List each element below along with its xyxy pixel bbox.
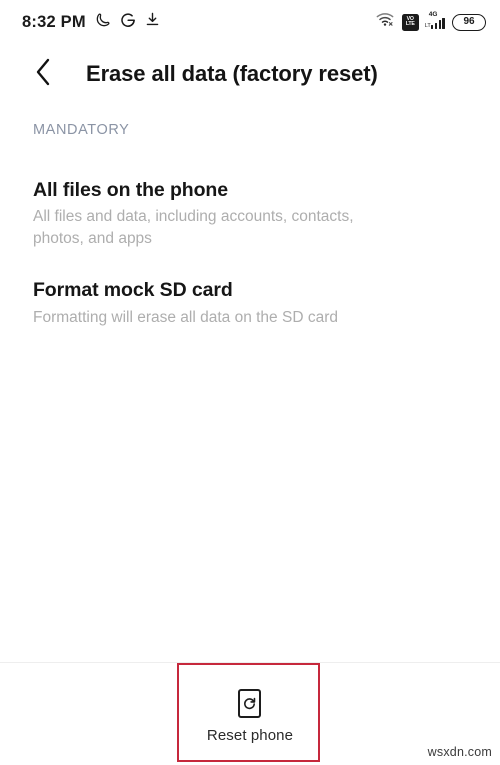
option-description: All files and data, including accounts, … xyxy=(33,208,354,248)
content-area: MANDATORY All files on the phone All fil… xyxy=(0,112,500,357)
signal-bar xyxy=(438,20,442,29)
battery-icon: 96 xyxy=(452,13,486,31)
signal-bar-group xyxy=(430,17,445,32)
option-description: Formatting will erase all data on the SD… xyxy=(33,308,338,326)
status-bar-left: 8:32 PM xyxy=(22,12,160,33)
network-type-label: 4G xyxy=(428,11,438,18)
signal-bar xyxy=(430,25,434,29)
reset-phone-button[interactable]: Reset phone xyxy=(207,685,293,744)
page-title: Erase all data (factory reset) xyxy=(86,61,378,86)
signal-bar xyxy=(442,17,445,29)
option-title: Format mock SD card xyxy=(33,279,233,302)
volte-line-2: LTE xyxy=(405,21,415,27)
option-title: All files on the phone xyxy=(33,179,228,201)
google-icon xyxy=(120,12,136,33)
back-chevron-icon xyxy=(33,57,55,92)
option-list: All files on the phone All files and dat… xyxy=(0,138,500,329)
reset-phone-label: Reset phone xyxy=(206,726,294,744)
signal-bar xyxy=(434,22,438,29)
volte-icon: VO LTE xyxy=(401,13,419,31)
network-sub-label: LT xyxy=(424,22,431,29)
status-bar-right: VO LTE 4G LT 96 xyxy=(376,11,486,32)
list-item[interactable]: Format mock SD card Formatting will eras… xyxy=(0,278,500,328)
phone-screen: 8:32 PM VO LTE 4G LT 96 Erase all data (… xyxy=(0,0,500,765)
status-bar: 8:32 PM VO LTE 4G LT 96 xyxy=(0,0,500,44)
signal-bars-icon: 4G LT xyxy=(424,11,445,32)
list-item[interactable]: All files on the phone All files and dat… xyxy=(0,178,500,250)
wifi-icon xyxy=(376,12,395,32)
section-header-mandatory: MANDATORY xyxy=(33,122,130,138)
status-clock: 8:32 PM xyxy=(22,12,86,31)
download-icon xyxy=(145,12,160,32)
bottom-action-bar: Reset phone xyxy=(0,663,500,765)
back-button[interactable] xyxy=(26,56,62,92)
watermark: wsxdn.com xyxy=(427,745,492,759)
app-bar: Erase all data (factory reset) xyxy=(0,46,500,102)
phone-refresh-icon xyxy=(238,688,262,718)
battery-level-label: 96 xyxy=(463,16,475,27)
moon-icon xyxy=(95,12,111,33)
